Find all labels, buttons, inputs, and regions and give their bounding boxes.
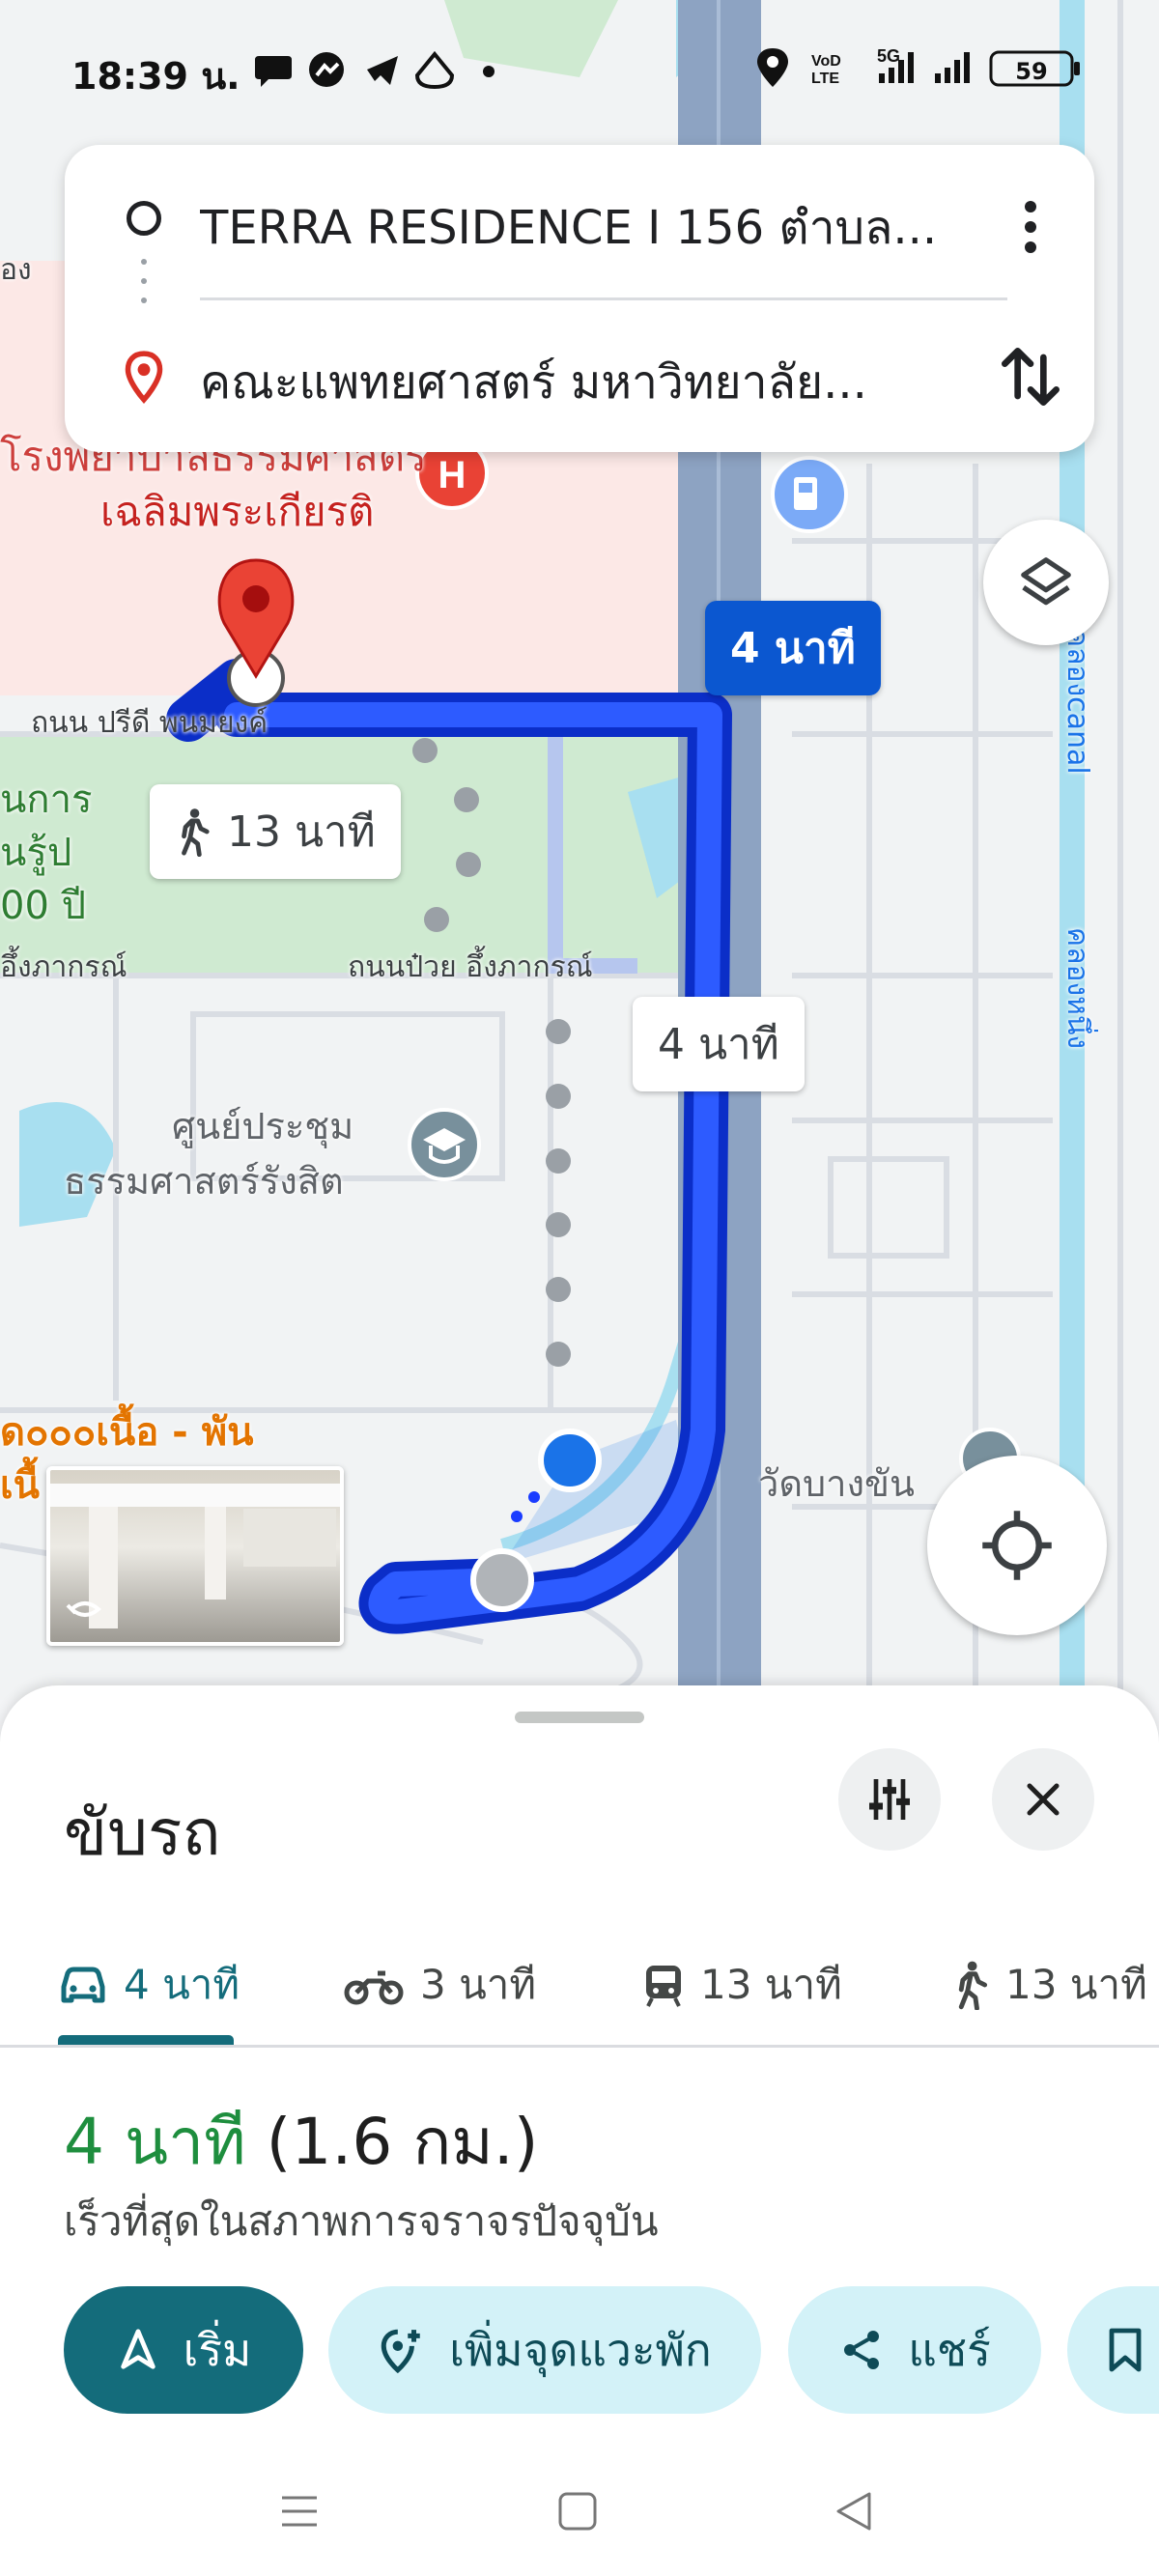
my-location-button[interactable]: [927, 1456, 1107, 1635]
origin-field[interactable]: TERRA RESIDENCE I 156 ตำบล...: [200, 191, 973, 265]
map-label-road-puay: ถนนป๋วย อึ้งภากรณ์: [348, 950, 593, 984]
directions-sheet: ขับรถ 4 นาที 3 นาที 13 นาที 13 นาที 4 นา…: [0, 1685, 1159, 2576]
add-stop-label: เพิ่มจุดแวะพัก: [449, 2323, 712, 2376]
tabs-divider: [0, 2045, 1159, 2048]
more-vert-icon: [1025, 201, 1036, 253]
sheet-title: ขับรถ: [64, 1796, 221, 1870]
map-label-left-edge: อง: [0, 253, 32, 287]
route-card: TERRA RESIDENCE I 156 ตำบล... คณะแพทยศาส…: [65, 145, 1094, 452]
walk-duration-label: 13 นาที: [227, 807, 376, 857]
tab-motorcycle-label: 3 นาที: [420, 1961, 537, 2008]
svg-text:VoD: VoD: [811, 53, 841, 70]
close-button[interactable]: [992, 1748, 1094, 1851]
status-time: 18:39 น.: [71, 55, 240, 98]
map-label-green-3: 00 ปี: [0, 884, 87, 928]
share-button[interactable]: แชร์: [788, 2286, 1041, 2414]
street-view-360-icon: [66, 1601, 102, 1617]
tab-drive-label: 4 นาที: [124, 1961, 240, 2008]
navigation-arrow-icon: [120, 2329, 155, 2369]
notification-icons: [255, 50, 495, 90]
crosshair-icon: [982, 1511, 1052, 1580]
summary-distance: (1.6 กม.): [266, 2105, 539, 2179]
layers-icon: [1021, 557, 1071, 606]
tab-transit-label: 13 นาที: [700, 1961, 842, 2008]
map-label-road-preedee: ถนน ปรีดี พนมยงค์: [31, 706, 269, 740]
walk-duration-chip[interactable]: 13 นาที: [150, 784, 401, 879]
destination-pin-icon: [125, 351, 163, 404]
system-navigation-bar: [0, 2453, 1159, 2576]
save-button[interactable]: [1067, 2286, 1159, 2414]
share-icon: [844, 2331, 880, 2369]
street-view-thumbnail[interactable]: [46, 1466, 344, 1646]
transit-icon: [646, 1966, 681, 2007]
current-location-dot: [538, 1429, 602, 1492]
map-label-canal-mid: คลองหนึ่ง: [1060, 927, 1094, 1050]
svg-text:H: H: [438, 454, 466, 496]
alt-drive-duration-chip[interactable]: 4 นาที: [633, 997, 805, 1091]
drag-handle[interactable]: [515, 1712, 644, 1723]
motorcycle-icon: [344, 1970, 404, 2005]
map-label-restaurant-2: เนื้: [0, 1463, 41, 1508]
app-icon: [414, 50, 455, 90]
add-location-icon: [381, 2329, 420, 2374]
map-label-temple: วัดบางขัน: [758, 1462, 915, 1505]
origin-circle-icon: [127, 201, 161, 236]
start-label: เริ่ม: [183, 2323, 252, 2376]
map-label-convention-1: ศูนย์ประชุม: [172, 1105, 354, 1147]
route-connector-dot: [141, 259, 147, 265]
layers-button[interactable]: [983, 520, 1109, 645]
map-label-hospital-line2: เฉลิมพระเกียรติ: [100, 488, 375, 535]
more-options-button[interactable]: [1002, 193, 1060, 261]
bookmark-icon: [1109, 2328, 1142, 2372]
tab-walk[interactable]: 13 นาที: [951, 1932, 1147, 2038]
route-start-dot: [470, 1548, 534, 1612]
route-summary: 4 นาที (1.6 กม.): [64, 2091, 539, 2193]
drive-duration-label: 4 นาที: [730, 624, 856, 673]
more-notifications-dot: [483, 66, 495, 77]
back-nav-button[interactable]: [833, 2490, 875, 2533]
start-button[interactable]: เริ่ม: [64, 2286, 303, 2414]
svg-text:5G: 5G: [877, 46, 900, 66]
walk-icon: [182, 808, 210, 857]
active-tab-indicator: [58, 2035, 234, 2045]
summary-subtitle: เร็วที่สุดในสภาพการจราจรปัจจุบัน: [64, 2197, 659, 2245]
battery-level: 59: [1015, 58, 1048, 85]
tab-walk-label: 13 นาที: [1005, 1961, 1147, 2008]
close-icon: [1027, 1783, 1060, 1816]
share-label: แชร์: [908, 2323, 991, 2376]
status-bar: 18:39 น. VoD LTE 5G 59: [0, 29, 1159, 106]
gas-station-icon: [771, 456, 848, 533]
home-nav-button[interactable]: [556, 2490, 599, 2533]
menu-nav-button[interactable]: [278, 2490, 321, 2533]
telegram-icon: [367, 56, 398, 85]
destination-field[interactable]: คณะแพทยศาสตร์ มหาวิทยาลัย...: [200, 346, 973, 419]
tab-transit[interactable]: 13 นาที: [642, 1932, 842, 2038]
map-label-road-puay-left: อึ้งภากรณ์: [0, 950, 127, 984]
route-divider: [200, 297, 1007, 300]
swap-icon: [1002, 348, 1060, 406]
car-icon: [61, 1967, 105, 2003]
drive-duration-chip[interactable]: 4 นาที: [705, 601, 881, 695]
add-stop-button[interactable]: เพิ่มจุดแวะพัก: [328, 2286, 761, 2414]
signal-icon-2: [935, 52, 970, 83]
tab-drive[interactable]: 4 นาที: [58, 1932, 240, 2038]
map-label-convention-2: ธรรมศาสตร์รังสิต: [64, 1160, 344, 1203]
tune-icon: [869, 1779, 910, 1820]
chat-icon: [255, 56, 292, 87]
map-label-canal-top: คลองcanal: [1060, 628, 1094, 775]
walk-icon: [958, 1961, 988, 2010]
school-icon: [408, 1108, 481, 1181]
alt-drive-duration-label: 4 นาที: [658, 1020, 779, 1069]
route-options-button[interactable]: [838, 1748, 941, 1851]
svg-text:LTE: LTE: [811, 71, 839, 87]
summary-time: 4 นาที: [64, 2105, 246, 2179]
swap-button[interactable]: [992, 338, 1069, 415]
tab-motorcycle[interactable]: 3 นาที: [343, 1932, 536, 2038]
